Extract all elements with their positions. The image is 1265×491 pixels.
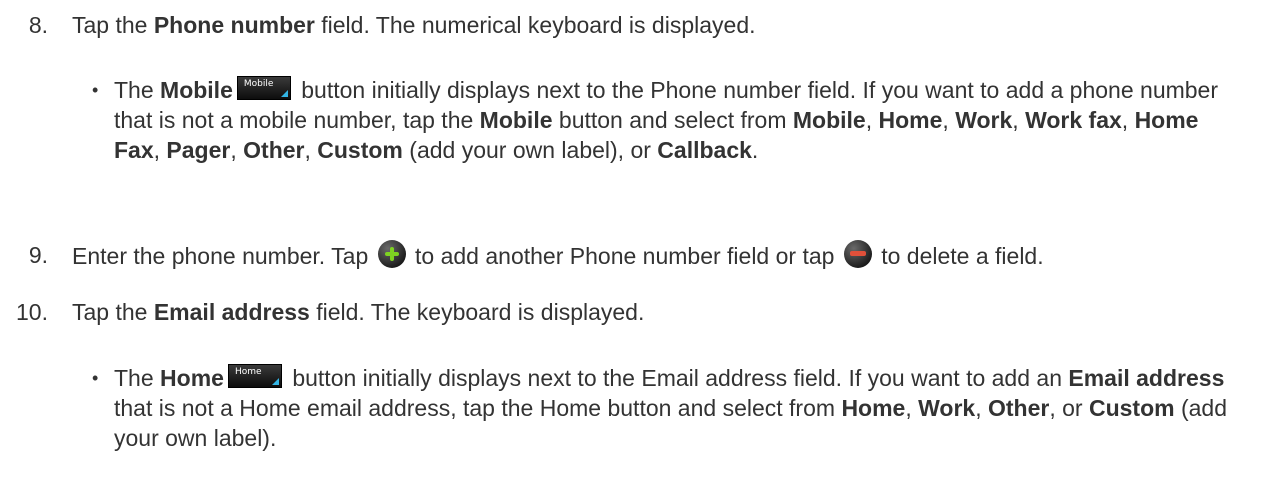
mobile-label-button-image: Mobile [236, 76, 291, 100]
text-segment: Tap the [72, 299, 154, 325]
separator: , [153, 137, 167, 163]
bold-term: Phone number [153, 12, 315, 38]
text-segment: field. The numerical keyboard is display… [314, 12, 756, 38]
step-number: 10. [16, 299, 48, 325]
button-caption: Home [234, 367, 262, 377]
text-segment: that is not a Home email address, tap th… [114, 395, 842, 421]
bullet-dot: • [92, 368, 99, 388]
bold-term: Home [160, 365, 224, 391]
bold-term: Mobile [160, 77, 233, 103]
plus-circle-icon [377, 240, 406, 268]
minus-circle-icon [843, 240, 872, 268]
bold-term: Email address [153, 299, 310, 325]
text-segment: (add your own label), or [402, 137, 658, 163]
text-segment: Tap the [72, 12, 154, 38]
step-number: 8. [28, 12, 48, 38]
separator: , [304, 137, 318, 163]
bold-term: Mobile [479, 107, 553, 133]
text-segment: The [114, 365, 161, 391]
step-text: Enter the phone number. Tap to add anoth… [72, 240, 1044, 271]
text-segment: button and select from [552, 107, 793, 133]
dropdown-corner-icon [280, 90, 288, 97]
separator: , [942, 107, 956, 133]
dropdown-corner-icon [271, 378, 279, 385]
bullet-dot: • [92, 80, 99, 100]
separator: , [975, 395, 988, 421]
text-segment: button initially displays next to the Em… [285, 365, 1069, 391]
text-segment: to add another Phone number field or tap [408, 243, 841, 269]
bold-term: Email address [1068, 365, 1225, 391]
separator: , [865, 107, 879, 133]
bold-term: Mobile [792, 107, 866, 133]
text-segment: to delete a field. [874, 243, 1044, 269]
bullet-mobile-button: • The Mobile Mobile button initially disp… [92, 75, 1249, 165]
separator: , [1121, 107, 1135, 133]
text-segment: , or [1049, 395, 1089, 421]
bold-term: Work fax [1025, 107, 1122, 133]
bold-term: Custom [317, 137, 403, 163]
separator: , [1012, 107, 1026, 133]
text-segment: field. The keyboard is displayed. [309, 299, 645, 325]
separator: , [230, 137, 244, 163]
home-label-button-image: Home [227, 364, 282, 388]
step-text: Tap the Email address field. The keyboar… [72, 297, 644, 327]
step-number: 9. [28, 242, 48, 268]
bold-term: Custom [1088, 395, 1175, 421]
text-segment: . [751, 137, 759, 163]
text-segment: Enter the phone number. Tap [72, 243, 375, 269]
bold-term: Callback [657, 137, 752, 163]
bold-term: Pager [166, 137, 231, 163]
bold-term: Work [918, 395, 976, 421]
bold-term: Work [955, 107, 1013, 133]
bold-term: Home [841, 395, 906, 421]
step-text: Tap the Phone number field. The numerica… [72, 10, 756, 40]
button-caption: Mobile [243, 79, 274, 89]
bold-term: Other [988, 395, 1050, 421]
text-segment: The [114, 77, 161, 103]
bold-term: Home [878, 107, 943, 133]
bold-term: Other [243, 137, 305, 163]
bullet-home-button: • The Home Home button initially displays… [92, 363, 1249, 453]
separator: , [905, 395, 919, 421]
instructions-page: 8. Tap the Phone number field. The numer… [0, 0, 1265, 491]
